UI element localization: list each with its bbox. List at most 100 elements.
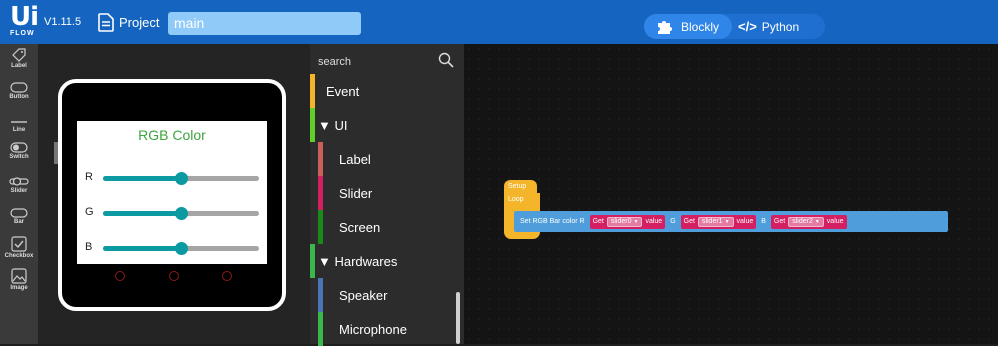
category-label: ▼ UI [318,118,348,133]
slider-r[interactable] [103,172,259,185]
toolbox-item-switch[interactable]: Switch [0,142,38,160]
toolbox-item-bar[interactable]: Bar [0,208,38,225]
slider-g[interactable] [103,207,259,220]
slider-dropdown[interactable]: slider1 ▼ [697,216,734,227]
channel-b-label: B [761,218,766,225]
device-led-left [115,271,125,281]
toolbox-item-line[interactable]: Line [0,118,38,133]
set-rgb-bar-color-block[interactable]: Set RGB Bar color R Get slider0 ▼ value G… [514,211,948,232]
get-label: Get [683,218,695,225]
palette-scrollbar[interactable] [456,292,460,344]
toolbox-bar-text: Bar [13,219,24,225]
category-color-bar [318,176,323,210]
toolbox-slider-text: Slider [10,188,28,194]
device-preview-panel: RGB Color R G B [38,44,310,344]
category-event[interactable]: Event [310,74,456,108]
get-slider0-block[interactable]: Get slider0 ▼ value [589,214,666,229]
block-palette: search Event ▼ UI Label Slider Screen ▼ … [310,44,464,346]
image-icon [11,268,27,284]
slider-dropdown[interactable]: slider2 ▼ [788,216,824,227]
slider-r-knob[interactable] [175,172,188,185]
logo-main-text: Ui [10,2,39,32]
ui-toolbox: Label Button Line Switch Slider Bar Chec… [0,44,38,344]
slider-b[interactable] [103,242,259,255]
slider-b-fill [103,246,181,251]
get-slider1-block[interactable]: Get slider1 ▼ value [680,214,757,229]
dropdown-arrow-icon: ▼ [814,218,820,225]
screen-title-label[interactable]: RGB Color [77,127,267,143]
category-color-bar [310,244,315,278]
palette-search[interactable]: search [310,44,464,74]
logo-sub-text: FLOW [10,30,35,37]
device-screen: RGB Color R G B [77,121,267,264]
slider-row-g: G [85,206,261,220]
filename-input[interactable]: main [168,12,361,35]
slider-name: slider2 [792,218,813,225]
slider-icon [9,177,29,186]
blockly-label: Blockly [681,19,720,34]
category-hardwares[interactable]: ▼ Hardwares [310,244,456,278]
toolbox-button-text: Button [9,94,29,100]
slider-g-label[interactable]: G [85,206,94,218]
slider-b-knob[interactable] [175,242,188,255]
line-icon [11,121,27,123]
slider-g-knob[interactable] [175,207,188,220]
category-ui[interactable]: ▼ UI [310,108,456,142]
category-ui-screen[interactable]: Screen [310,210,456,244]
slider-r-label[interactable]: R [85,171,93,183]
category-label: Screen [339,220,381,235]
project-label: Project [119,14,160,30]
toolbox-item-slider[interactable]: Slider [0,176,38,194]
slider-dropdown[interactable]: slider0 ▼ [606,216,643,227]
switch-icon [10,142,28,153]
toolbox-item-label[interactable]: Label [0,48,38,69]
bar-icon [10,208,28,218]
file-icon [98,12,114,32]
category-label: Slider [339,186,373,201]
get-slider2-block[interactable]: Get slider2 ▼ value [770,214,847,229]
slider-name: slider1 [701,218,723,225]
get-label: Get [773,218,786,225]
python-mode-button[interactable]: </> Python [738,14,799,39]
category-hw-microphone[interactable]: Microphone [310,312,456,346]
slider-r-fill [103,176,181,181]
slider-b-label[interactable]: B [85,241,92,253]
category-ui-slider[interactable]: Slider [310,176,456,210]
tag-icon [12,48,26,62]
top-bar: Ui FLOW V1.11.5 Project main Blockly </>… [0,0,998,44]
category-color-bar [310,108,315,142]
project-button[interactable]: Project [98,10,159,34]
toolbox-item-checkbox[interactable]: Checkbox [0,236,38,259]
blockly-workspace[interactable]: Setup Loop Set RGB Bar color R Get slide… [464,44,998,344]
search-icon[interactable] [438,52,454,68]
mode-toggle: Blockly </> Python [644,14,825,39]
channel-g-label: G [670,218,676,225]
category-label: Speaker [339,288,388,303]
category-hw-speaker[interactable]: Speaker [310,278,456,312]
category-color-bar [318,142,323,176]
toolbox-image-text: Image [10,285,28,291]
toolbox-item-image[interactable]: Image [0,268,38,291]
category-color-bar [318,210,323,244]
category-color-bar [318,312,323,346]
value-label: value [645,218,663,225]
python-label: Python [761,19,800,34]
puzzle-icon [658,20,672,34]
category-label: Event [326,84,360,99]
setup-block[interactable]: Setup [504,180,537,193]
category-label: Label [339,152,371,167]
toolbox-checkbox-text: Checkbox [4,253,34,259]
category-color-bar [318,278,323,312]
category-label: ▼ Hardwares [318,254,398,269]
toolbox-item-button[interactable]: Button [0,82,38,100]
get-label: Get [592,218,604,225]
toolbox-switch-text: Switch [9,154,29,160]
category-color-bar [310,74,315,108]
loop-label: Loop [508,196,524,203]
search-input[interactable]: search [318,56,351,68]
category-ui-label[interactable]: Label [310,142,456,176]
toolbox-label-text: Label [11,63,27,69]
blockly-mode-button[interactable]: Blockly [644,14,732,39]
code-icon: </> [738,19,757,34]
button-icon [10,82,28,93]
